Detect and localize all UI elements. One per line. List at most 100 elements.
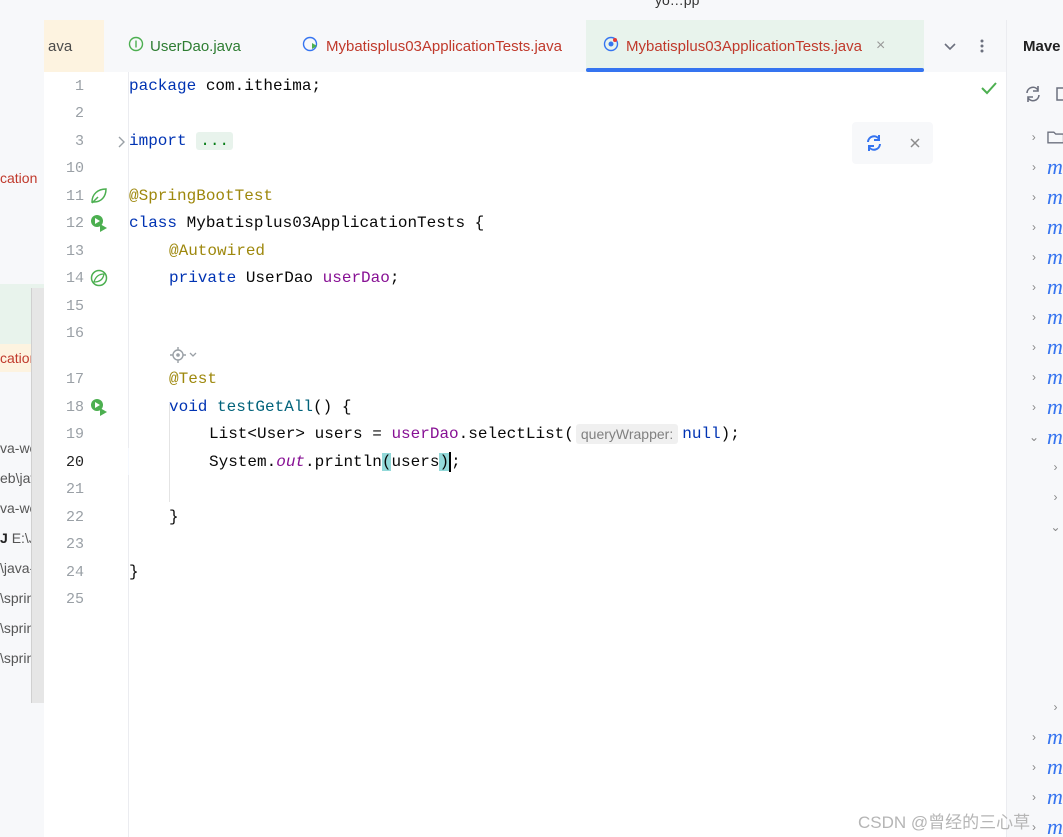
tab-mybatis-app[interactable]: Mybatisplus03ApplicationTests.java: [302, 20, 562, 72]
line-number: 21: [65, 481, 84, 498]
refresh-icon[interactable]: [864, 133, 884, 153]
maven-row[interactable]: › m: [1007, 212, 1063, 242]
line-number: 16: [65, 325, 84, 342]
maven-row[interactable]: › m: [1007, 242, 1063, 272]
tabs-dropdown-button[interactable]: [942, 20, 958, 72]
line-number: 2: [74, 105, 84, 122]
code-line: private UserDao userDao;: [169, 269, 400, 287]
maven-row[interactable]: › m: [1007, 752, 1063, 782]
line-number: 23: [65, 536, 84, 553]
run-test-icon[interactable]: [89, 213, 109, 233]
chevron-right-icon: ›: [1032, 220, 1036, 234]
maven-panel: Mave › › m › m › m › m › m › m › m › m › m ⌄ m › ›…: [1006, 20, 1063, 837]
chevron-down-icon: ⌄: [1050, 520, 1061, 534]
chevron-right-icon: ›: [1053, 490, 1058, 504]
tab-userdao[interactable]: UserDao.java: [128, 20, 241, 72]
check-icon[interactable]: [980, 80, 998, 96]
maven-row[interactable]: › m: [1007, 182, 1063, 212]
code-line: }: [129, 563, 139, 581]
chevron-right-icon: ›: [1032, 340, 1036, 354]
chevron-right-icon: ›: [1053, 700, 1058, 714]
editor-tab-bar: ava UserDao.java Mybatisplus03Applicatio…: [0, 20, 1006, 73]
code-vision-icon[interactable]: [169, 346, 198, 364]
code-line: void testGetAll() {: [169, 398, 352, 416]
code-line: }: [169, 508, 179, 526]
chevron-right-icon: ›: [1032, 790, 1036, 804]
title-bar: yo…pp: [0, 0, 1063, 20]
line-number: 17: [65, 371, 84, 388]
code-line: package com.itheima;: [129, 77, 322, 95]
window-title-fragment: yo…pp: [655, 0, 700, 8]
parameter-hint: queryWrapper:: [575, 423, 679, 444]
run-test-icon[interactable]: [89, 397, 109, 417]
folded-imports[interactable]: ...: [196, 132, 234, 150]
chevron-right-icon: ›: [1032, 730, 1036, 744]
maven-row[interactable]: › m: [1007, 272, 1063, 302]
line-number: 11: [65, 188, 84, 205]
line-number: 19: [65, 426, 84, 443]
editor-gutter: 1 2 3 10 11 12 13 14 15 16 17 18 19 20 2…: [44, 72, 154, 837]
project-panel-strip: cation cation va-web eb\jav va-we J E:\J…: [0, 72, 44, 837]
chevron-right-icon: ›: [1032, 190, 1036, 204]
maven-subrow[interactable]: ›: [1007, 482, 1063, 512]
chevron-right-icon: ›: [1032, 250, 1036, 264]
maven-row[interactable]: › m: [1007, 302, 1063, 332]
line-number: 14: [65, 270, 84, 287]
code-line: @SpringBootTest: [129, 187, 274, 205]
line-number: 18: [65, 399, 84, 416]
project-scrollbar[interactable]: [31, 288, 44, 703]
line-number: 13: [65, 243, 84, 260]
code-line: @Test: [169, 370, 218, 388]
maven-subrow[interactable]: ›: [1007, 692, 1063, 722]
tab-userdao-label: UserDao.java: [150, 37, 241, 55]
code-line: @Autowired: [169, 242, 266, 260]
project-row[interactable]: cation: [0, 164, 44, 192]
tab-mybatis-app-label: Mybatisplus03ApplicationTests.java: [326, 37, 562, 55]
square-icon[interactable]: [1055, 86, 1063, 102]
code-line: class Mybatisplus03ApplicationTests {: [129, 214, 485, 232]
line-number: 1: [74, 78, 84, 95]
chevron-right-icon: ›: [1032, 310, 1036, 324]
line-number: 3: [74, 133, 84, 150]
tab-mybatis-tests-label: Mybatisplus03ApplicationTests.java: [626, 37, 862, 55]
maven-row[interactable]: › m: [1007, 332, 1063, 362]
maven-row-folder[interactable]: ›: [1007, 122, 1063, 152]
more-options-button[interactable]: [975, 20, 989, 72]
close-icon[interactable]: [909, 137, 921, 149]
maven-row[interactable]: › m: [1007, 722, 1063, 752]
chevron-down-icon: [944, 43, 956, 51]
spring-class-icon: [302, 35, 320, 57]
refresh-icon[interactable]: [1023, 84, 1043, 104]
maven-subrow[interactable]: ›: [1007, 452, 1063, 482]
maven-row-expanded[interactable]: ⌄ m: [1007, 422, 1063, 452]
chevron-right-icon: ›: [1032, 160, 1036, 174]
maven-row[interactable]: › m: [1007, 392, 1063, 422]
test-class-icon: [602, 35, 620, 57]
bean-icon[interactable]: [89, 268, 109, 288]
maven-subrow-expanded[interactable]: ⌄: [1007, 512, 1063, 542]
maven-row[interactable]: › m: [1007, 152, 1063, 182]
chevron-right-icon: ›: [1032, 760, 1036, 774]
chevron-down-icon: ⌄: [1028, 430, 1040, 444]
tab-partial[interactable]: ava: [44, 20, 104, 72]
tab-mybatis-tests[interactable]: Mybatisplus03ApplicationTests.java ×: [586, 20, 924, 72]
indent-guide: [169, 404, 170, 502]
folder-icon: [1046, 131, 1063, 144]
floating-toolbar: [852, 122, 933, 164]
chevron-right-icon: ›: [1032, 280, 1036, 294]
line-number: 15: [65, 298, 84, 315]
line-number: 20: [65, 454, 84, 471]
code-line: List<User> users = userDao.selectList(qu…: [209, 423, 740, 444]
tab-close-icon[interactable]: ×: [876, 37, 885, 55]
line-number: 22: [65, 509, 84, 526]
spring-leaf-icon[interactable]: [89, 186, 109, 206]
chevron-right-icon: ›: [1032, 370, 1036, 384]
watermark: CSDN @曾经的三心草: [858, 813, 1031, 832]
chevron-right-icon: ›: [1053, 460, 1058, 474]
maven-row[interactable]: › m: [1007, 362, 1063, 392]
interface-icon: [128, 36, 144, 56]
code-editor[interactable]: package com.itheima; import ... @SpringB…: [129, 72, 1006, 837]
maven-title: Mave: [1023, 38, 1061, 55]
line-number: 24: [65, 564, 84, 581]
line-number: 25: [65, 591, 84, 608]
